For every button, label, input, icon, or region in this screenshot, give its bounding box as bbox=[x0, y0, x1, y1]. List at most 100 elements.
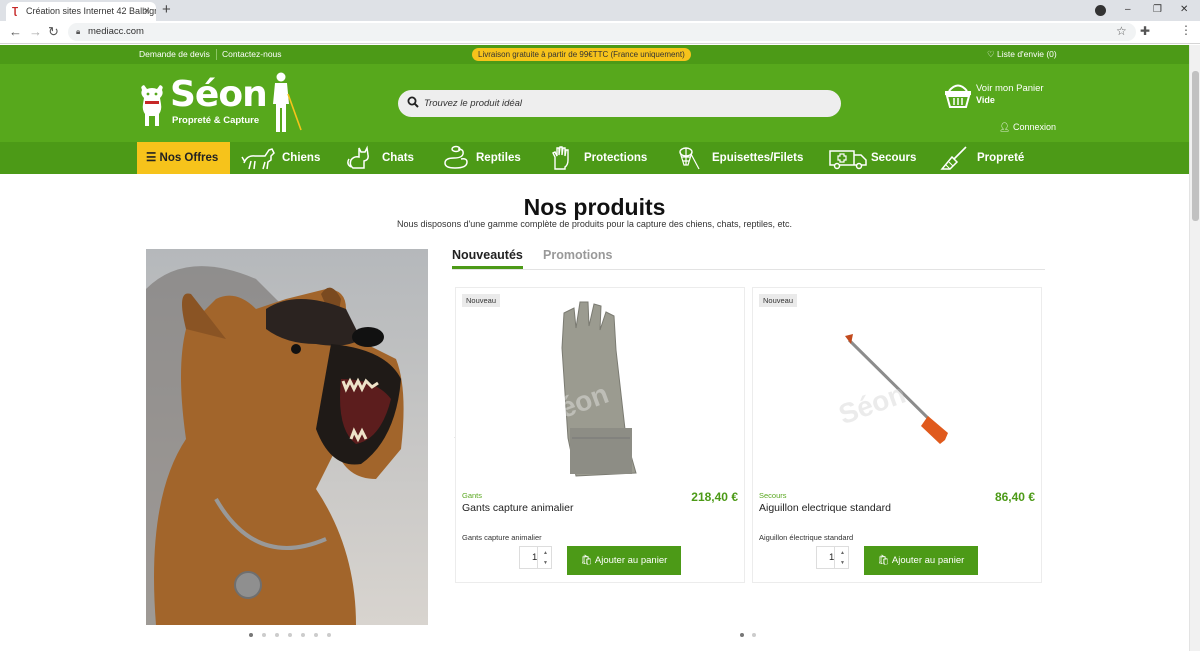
net-icon bbox=[679, 147, 700, 170]
nav-item-chats[interactable]: Chats bbox=[346, 142, 414, 174]
wishlist-label: Liste d'envie (0) bbox=[997, 49, 1057, 59]
contact-link[interactable]: Contactez-nous bbox=[222, 45, 282, 64]
carousel-dot[interactable] bbox=[288, 633, 292, 637]
decrease-icon[interactable]: ▼ bbox=[543, 560, 548, 566]
top-strip: Demande de devis Contactez-nous Livraiso… bbox=[0, 45, 1189, 64]
product-price: 86,40 € bbox=[994, 490, 1035, 504]
wishlist-link[interactable]: ♡ Liste d'envie (0) bbox=[987, 45, 1057, 64]
login-link[interactable]: 👤︎ Connexion bbox=[999, 122, 1056, 133]
login-label: Connexion bbox=[1012, 122, 1056, 132]
nav-item-epuisettes[interactable]: Epuisettes/Filets bbox=[677, 142, 803, 174]
product-name[interactable]: Aiguillon electrique standard bbox=[759, 502, 891, 514]
browser-tabbar: Ʈ Création sites Internet 42 Balbigny × … bbox=[0, 0, 1200, 21]
nav-offers-button[interactable]: ☰ Nos Offres bbox=[137, 142, 230, 174]
dog-logo-icon[interactable] bbox=[138, 84, 166, 128]
scrollbar-thumb[interactable] bbox=[1192, 71, 1199, 221]
product-name[interactable]: Gants capture animalier bbox=[462, 502, 573, 514]
nav-item-label: Protections bbox=[584, 152, 648, 164]
product-category[interactable]: Gants bbox=[462, 491, 482, 500]
search-bar[interactable]: Trouvez le produit idéal bbox=[398, 90, 841, 117]
divider bbox=[834, 547, 835, 568]
web-page: Demande de devis Contactez-nous Livraiso… bbox=[0, 45, 1189, 651]
free-shipping-badge: Livraison gratuite à partir de 99€TTC (F… bbox=[472, 48, 691, 61]
logo-title[interactable]: Séon bbox=[170, 76, 268, 114]
nav-item-protections[interactable]: Protections bbox=[549, 142, 647, 174]
product-carousel-dots bbox=[740, 633, 760, 639]
dog-icon bbox=[241, 148, 275, 170]
decrease-icon[interactable]: ▼ bbox=[840, 560, 845, 566]
nav-item-label: Chiens bbox=[282, 152, 321, 164]
add-to-cart-button[interactable]: 🛍︎ Ajouter au panier bbox=[864, 546, 978, 575]
increase-icon[interactable]: ▲ bbox=[840, 550, 845, 556]
nav-item-reptiles[interactable]: Reptiles bbox=[440, 142, 521, 174]
browser-tab-title: Création sites Internet 42 Balbigny bbox=[26, 6, 156, 16]
heart-icon: ♡ bbox=[987, 49, 995, 59]
bag-icon: 🛍︎ bbox=[877, 555, 890, 566]
new-tab-icon[interactable]: + bbox=[162, 1, 171, 19]
nav-item-label: Epuisettes/Filets bbox=[712, 152, 804, 164]
carousel-dot[interactable] bbox=[752, 633, 756, 637]
gloves-image: Séon bbox=[538, 301, 637, 477]
carousel-dot[interactable] bbox=[262, 633, 266, 637]
carousel-dot[interactable] bbox=[275, 633, 279, 637]
nav-item-proprete[interactable]: Propreté bbox=[940, 142, 1024, 174]
forward-icon[interactable]: → bbox=[29, 24, 42, 40]
nav-item-chiens[interactable]: Chiens bbox=[241, 142, 320, 174]
nav-offers-label: Nos Offres bbox=[159, 152, 219, 164]
tab-nouveautes[interactable]: Nouveautés bbox=[452, 248, 523, 269]
carousel-dot[interactable] bbox=[314, 633, 318, 637]
product-description: Aiguillon électrique standard bbox=[759, 533, 854, 542]
bookmark-star-icon[interactable]: ☆ bbox=[1116, 24, 1127, 38]
browser-tab[interactable]: Ʈ Création sites Internet 42 Balbigny × bbox=[6, 2, 156, 21]
product-card[interactable]: Séon Nouveau Secours 86,40 € Aiguillon e… bbox=[752, 287, 1042, 583]
nav-item-label: Reptiles bbox=[476, 152, 521, 164]
divider bbox=[216, 49, 217, 60]
carousel-dot[interactable] bbox=[740, 633, 744, 637]
add-to-cart-button[interactable]: 🛍︎ Ajouter au panier bbox=[567, 546, 681, 575]
main-nav: ☰ Nos Offres Chiens Chats Reptiles Prote… bbox=[0, 142, 1189, 174]
product-price: 218,40 € bbox=[691, 490, 738, 504]
address-bar: ← → ↻ 🔒︎ mediacc.com ☆ ✚ ⋮ bbox=[0, 21, 1200, 44]
page-subtitle: Nous disposons d'une gamme complète de p… bbox=[397, 219, 792, 229]
quote-link[interactable]: Demande de devis bbox=[139, 45, 210, 64]
add-to-cart-label: Ajouter au panier bbox=[891, 555, 965, 566]
product-card[interactable]: Séon Nouveau Gants 218,40 € Gants captur… bbox=[455, 287, 745, 583]
carousel-dot[interactable] bbox=[249, 633, 253, 637]
minimize-icon[interactable]: – bbox=[1125, 2, 1131, 18]
browser-menu-icon[interactable]: ⋮ bbox=[1180, 23, 1192, 37]
profile-icon[interactable] bbox=[1095, 5, 1106, 16]
extensions-icon[interactable]: ✚ bbox=[1140, 24, 1150, 38]
hamburger-icon: ☰ bbox=[146, 152, 157, 164]
nav-item-secours[interactable]: Secours bbox=[828, 142, 916, 174]
quantity-stepper[interactable]: 1 ▲ ▼ bbox=[816, 546, 849, 569]
window-close-icon[interactable]: ✕ bbox=[1180, 2, 1188, 18]
restore-icon[interactable]: ❐ bbox=[1153, 2, 1162, 18]
logo-subtitle: Propreté & Capture bbox=[172, 115, 260, 126]
carousel-dot[interactable] bbox=[327, 633, 331, 637]
page-scrollbar[interactable] bbox=[1189, 45, 1200, 651]
quantity-stepper[interactable]: 1 ▲ ▼ bbox=[519, 546, 552, 569]
hero-carousel-dots bbox=[249, 633, 331, 639]
reload-icon[interactable]: ↻ bbox=[48, 24, 59, 40]
carousel-dot[interactable] bbox=[301, 633, 305, 637]
increase-icon[interactable]: ▲ bbox=[543, 550, 548, 556]
cart-status: Vide bbox=[976, 95, 995, 105]
dog-photo bbox=[146, 249, 428, 625]
cart-link[interactable]: Voir mon Panier bbox=[976, 83, 1044, 94]
url-field[interactable]: 🔒︎ mediacc.com bbox=[68, 23, 1136, 41]
broom-icon bbox=[940, 146, 967, 170]
lock-icon: 🔒︎ bbox=[76, 27, 81, 36]
close-tab-icon[interactable]: × bbox=[144, 2, 150, 21]
ambulance-icon bbox=[829, 150, 867, 170]
nav-item-label: Secours bbox=[871, 152, 917, 164]
tab-promotions[interactable]: Promotions bbox=[543, 248, 612, 262]
hero-dog-image bbox=[146, 249, 428, 625]
search-input[interactable]: Trouvez le produit idéal bbox=[424, 90, 522, 117]
search-icon[interactable] bbox=[407, 96, 419, 108]
cat-icon bbox=[347, 145, 369, 169]
product-category[interactable]: Secours bbox=[759, 491, 787, 500]
bag-icon: 🛍︎ bbox=[580, 555, 593, 566]
basket-icon[interactable] bbox=[944, 82, 972, 108]
site-header: Séon Propreté & Capture Trouvez le produ… bbox=[0, 64, 1189, 142]
back-icon[interactable]: ← bbox=[9, 24, 22, 40]
